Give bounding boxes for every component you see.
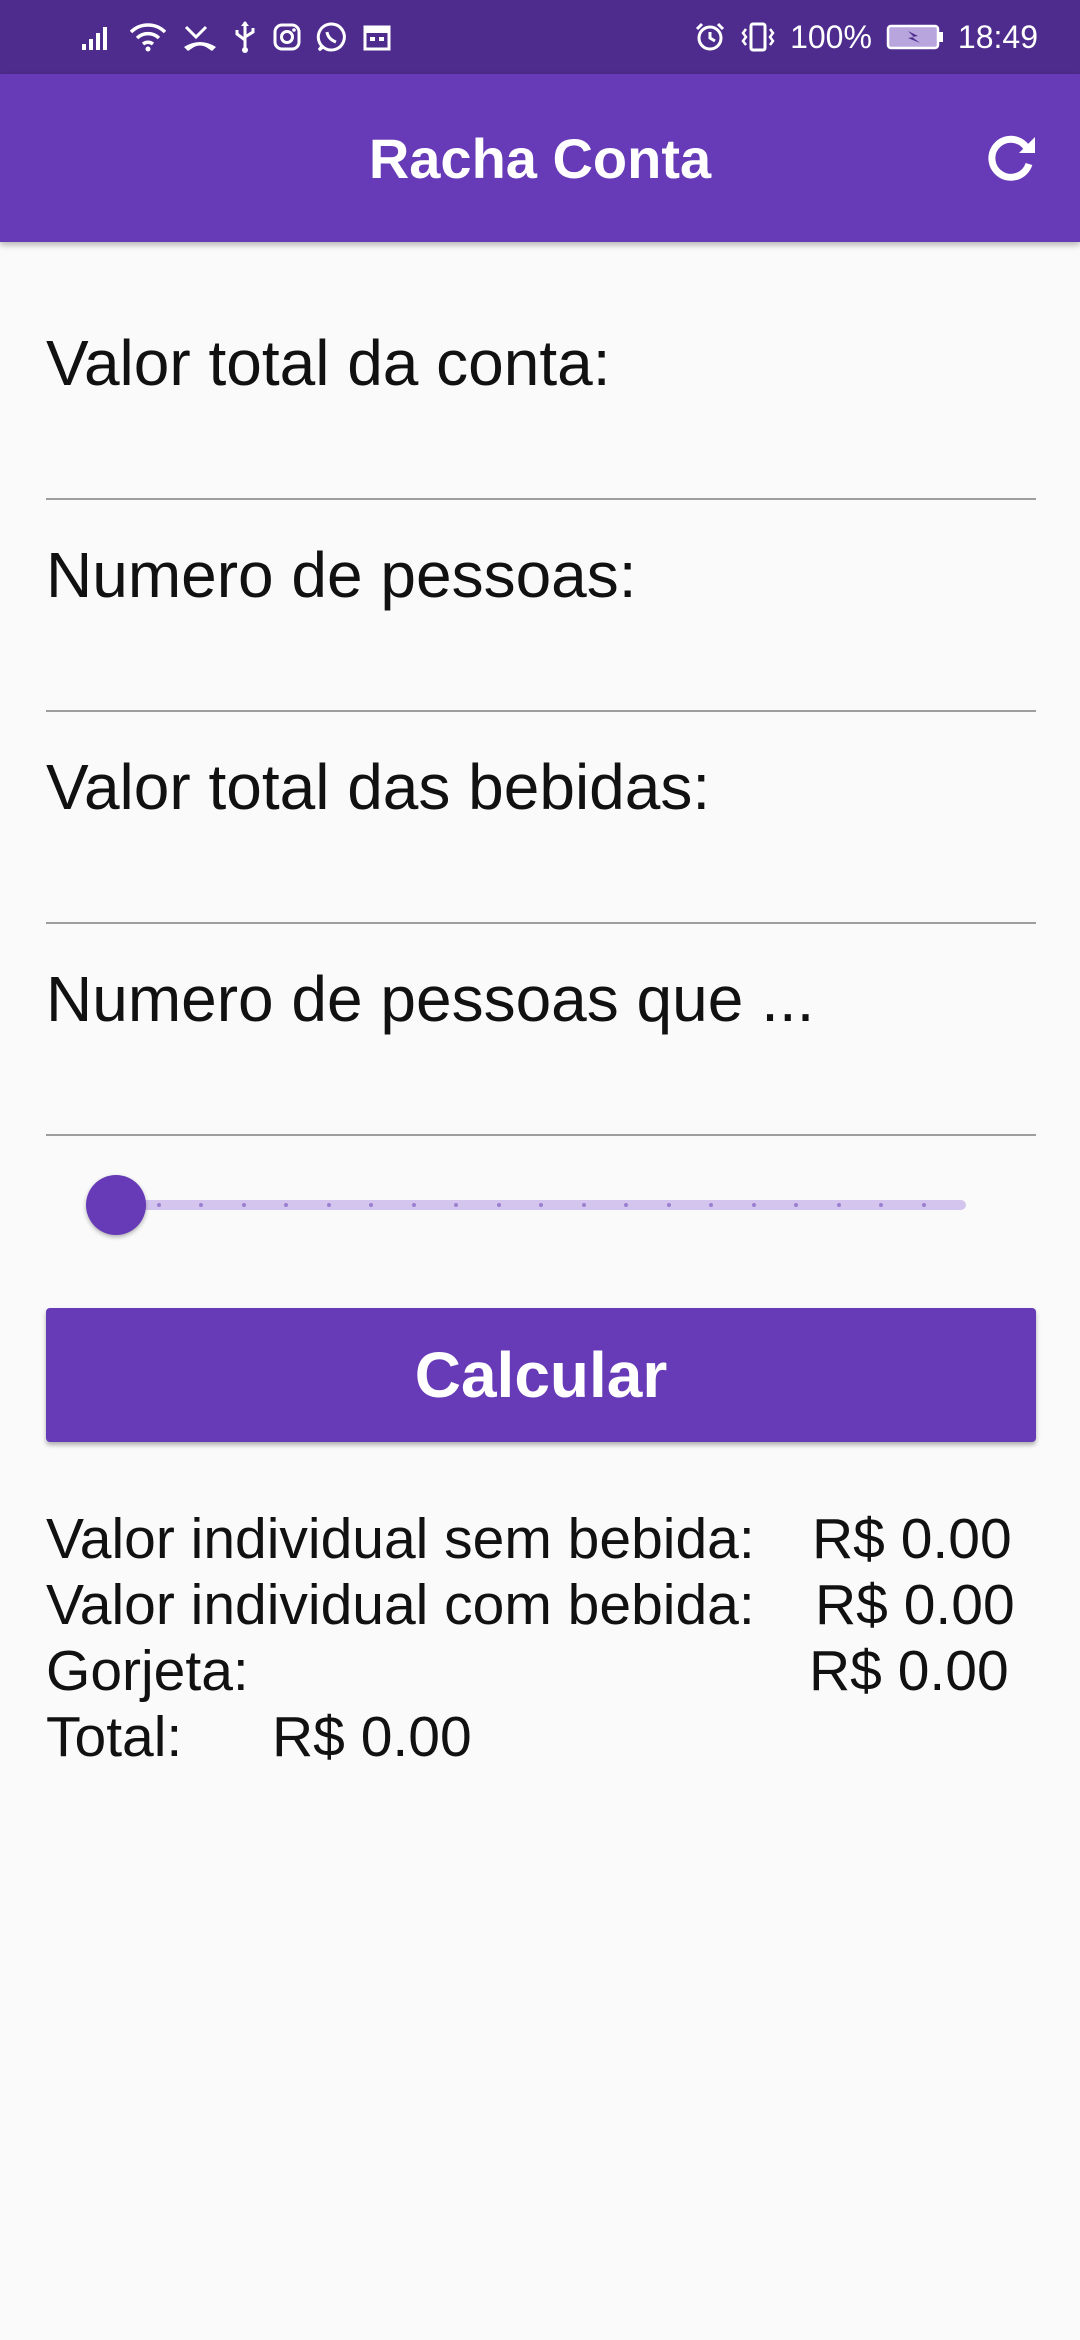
calendar-icon <box>362 22 392 52</box>
results-panel: Valor individual sem bebida: R$ 0.00 Val… <box>46 1506 1036 1770</box>
slider-tick <box>624 1203 628 1207</box>
status-notification-icons <box>80 20 392 54</box>
slider-tick <box>751 1203 756 1207</box>
battery-icon <box>886 23 944 51</box>
status-system-icons: 100% 18:49 <box>694 19 1038 56</box>
slider-tick <box>581 1203 586 1207</box>
battery-percentage: 100% <box>790 18 872 55</box>
status-bar: 100% 18:49 <box>0 0 1080 74</box>
slider-tick <box>199 1203 203 1207</box>
slider-thumb[interactable] <box>86 1175 146 1235</box>
slider-tick <box>156 1203 161 1207</box>
alarm-icon <box>694 21 726 53</box>
drinkers-count-field[interactable]: Numero de pessoas que ... <box>46 924 1040 1136</box>
drinkers-count-input[interactable] <box>46 924 1040 1136</box>
with-drink-label: Valor individual com bebida: <box>46 1573 755 1637</box>
slider-tick <box>496 1203 501 1207</box>
result-row-with-drink: Valor individual com bebida: R$ 0.00 <box>46 1572 1036 1638</box>
result-row-total: Total: R$ 0.00 <box>46 1704 1036 1770</box>
result-row-tip: Gorjeta: R$ 0.00 <box>46 1638 1036 1704</box>
slider-tick <box>454 1203 458 1207</box>
instagram-icon <box>272 22 302 52</box>
usb-icon <box>232 20 258 54</box>
slider-tick <box>369 1203 373 1207</box>
total-bill-field[interactable]: Valor total da conta: <box>46 288 1040 500</box>
total-bill-input[interactable] <box>46 288 1040 500</box>
no-drink-label: Valor individual sem bebida: <box>46 1507 755 1571</box>
slider-tick <box>921 1203 926 1207</box>
wifi-icon <box>128 21 168 53</box>
missed-call-icon <box>182 21 218 53</box>
slider-tick <box>284 1203 288 1207</box>
people-count-field[interactable]: Numero de pessoas: <box>46 500 1040 712</box>
total-label: Total: <box>46 1705 183 1769</box>
signal-icon <box>80 22 114 52</box>
total-value: R$ 0.00 <box>272 1705 472 1769</box>
drinks-total-field[interactable]: Valor total das bebidas: <box>46 712 1040 924</box>
slider-tick <box>836 1203 841 1207</box>
slider-tick <box>666 1203 671 1207</box>
result-row-no-drink: Valor individual sem bebida: R$ 0.00 <box>46 1506 1036 1572</box>
slider-tick <box>879 1203 883 1207</box>
vibrate-icon <box>740 21 776 53</box>
slider-tick <box>709 1203 713 1207</box>
slider-tick <box>241 1203 246 1207</box>
slider-tick <box>411 1203 416 1207</box>
with-drink-value: R$ 0.00 <box>815 1573 1015 1637</box>
tip-value: R$ 0.00 <box>809 1639 1009 1703</box>
calculate-button[interactable]: Calcular <box>46 1308 1036 1442</box>
whatsapp-icon <box>316 21 348 53</box>
app-title: Racha Conta <box>368 126 712 190</box>
slider-tick <box>539 1203 543 1207</box>
tip-label: Gorjeta: <box>46 1639 249 1703</box>
status-time: 18:49 <box>957 18 1038 55</box>
slider-tick <box>326 1203 331 1207</box>
refresh-button[interactable] <box>978 124 1044 190</box>
drinks-total-input[interactable] <box>46 712 1040 924</box>
slider-tick <box>794 1203 798 1207</box>
refresh-icon <box>988 135 1035 181</box>
app-bar: Racha Conta <box>0 74 1080 242</box>
tip-slider[interactable] <box>86 1175 966 1235</box>
no-drink-value: R$ 0.00 <box>812 1507 1012 1571</box>
people-count-input[interactable] <box>46 500 1040 712</box>
